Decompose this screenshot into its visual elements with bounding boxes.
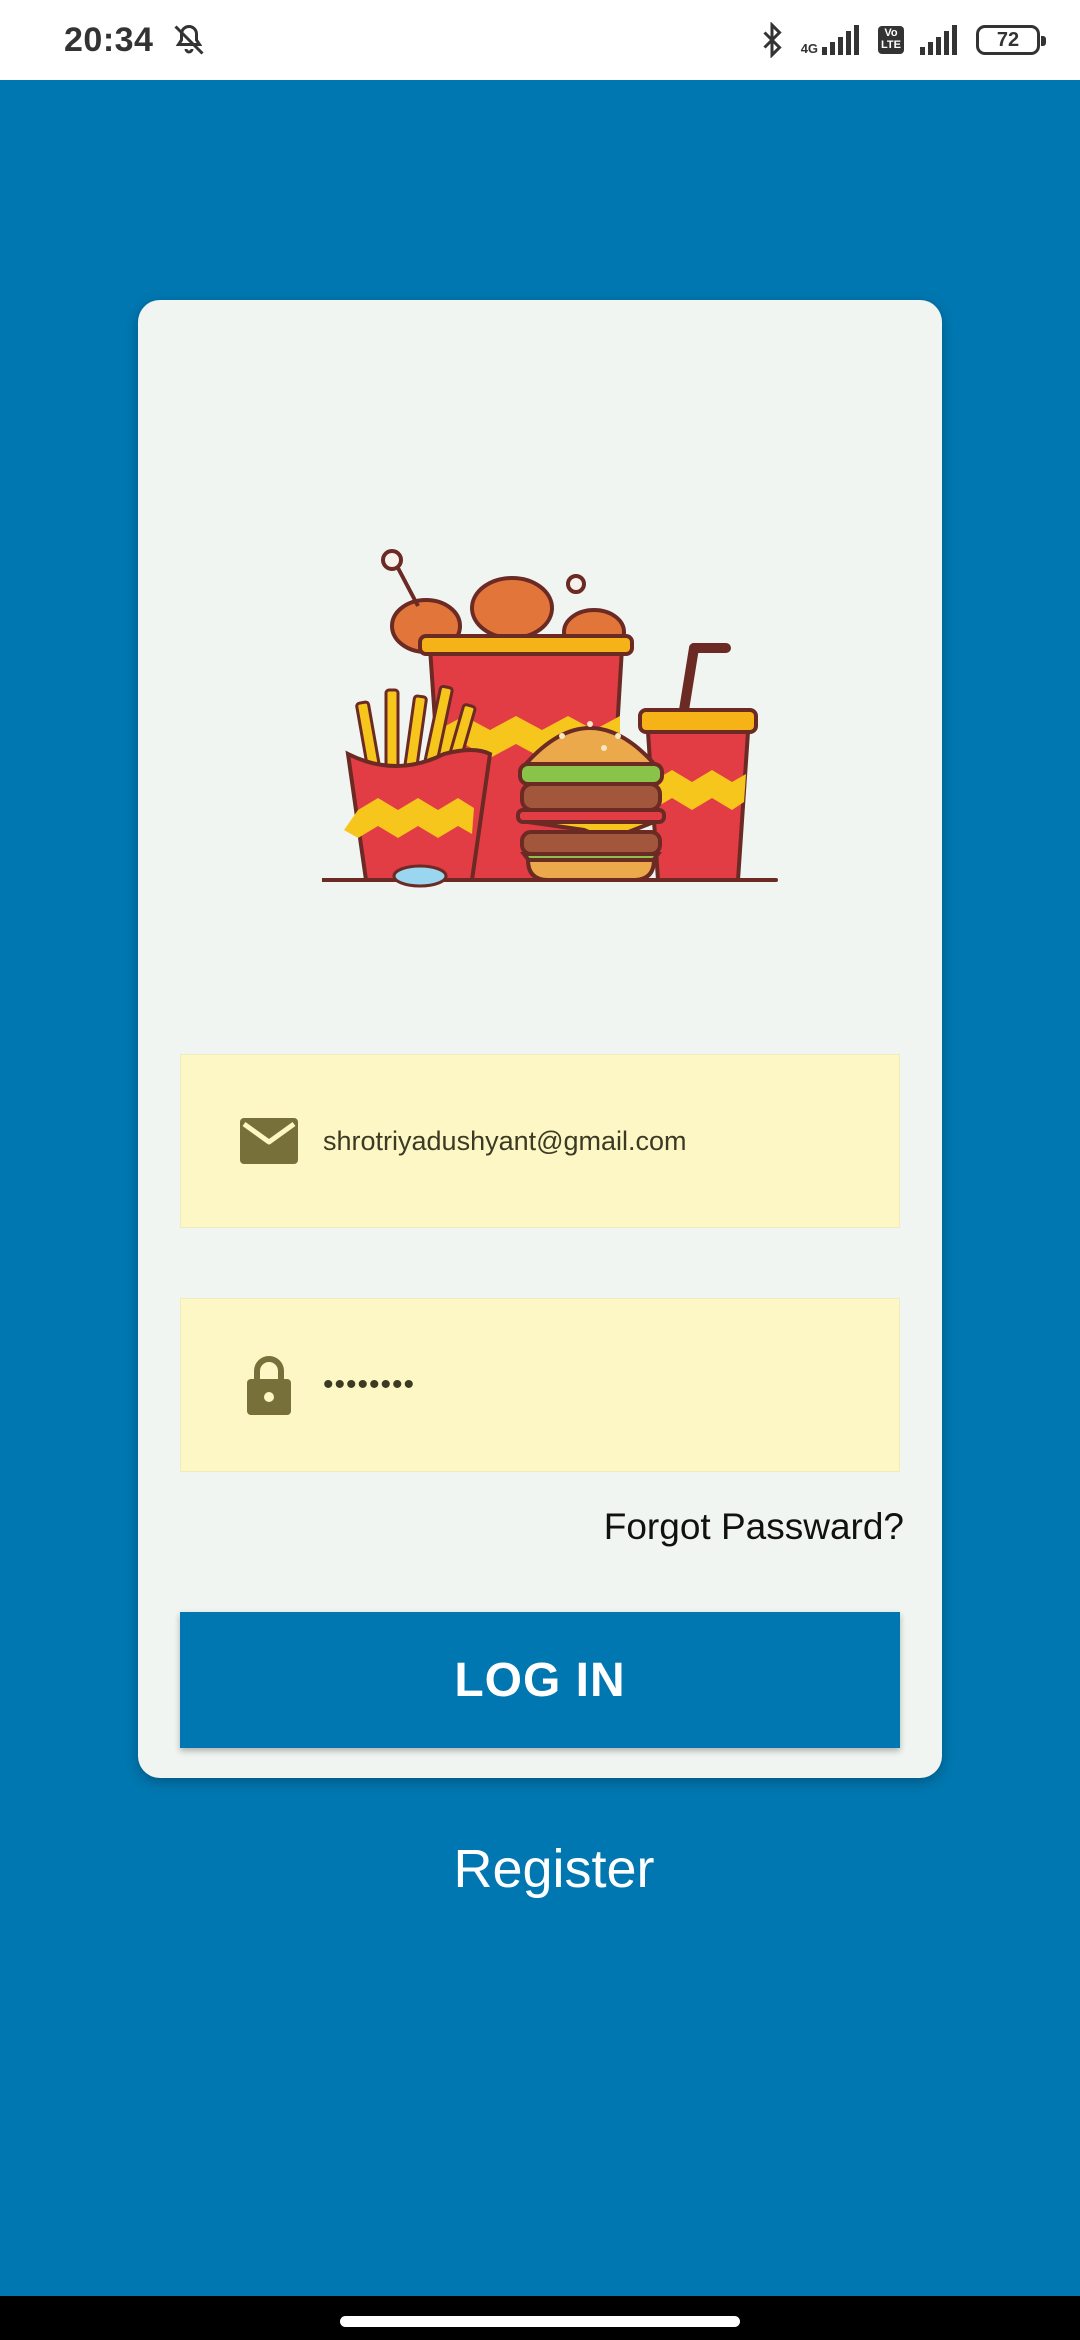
food-illustration	[320, 540, 782, 892]
bluetooth-icon	[759, 22, 785, 58]
status-bar: 20:34 4G Vo LTE 72	[0, 0, 1080, 80]
login-button[interactable]: LOG IN	[180, 1612, 900, 1748]
register-link[interactable]: Register	[0, 1838, 1080, 1900]
password-field[interactable]: ••••••••	[180, 1298, 900, 1472]
signal-icon: 4G	[801, 25, 862, 55]
forgot-password-link[interactable]: Forgot Passward?	[604, 1506, 904, 1548]
email-field[interactable]: shrotriyadushyant@gmail.com	[180, 1054, 900, 1228]
mute-notifications-icon	[171, 22, 207, 58]
password-value: ••••••••	[323, 1368, 416, 1401]
login-card	[138, 300, 942, 1778]
network-type-label: 4G	[800, 41, 819, 56]
status-time: 20:34	[64, 20, 154, 59]
signal-icon-2	[920, 25, 960, 55]
mail-icon	[239, 1118, 299, 1164]
battery-level: 72	[996, 28, 1020, 51]
battery-icon: 72	[976, 25, 1046, 55]
volte-icon: Vo LTE	[878, 26, 904, 54]
status-right: 4G Vo LTE 72	[759, 22, 1046, 58]
home-indicator[interactable]	[340, 2316, 740, 2327]
email-value: shrotriyadushyant@gmail.com	[323, 1125, 687, 1156]
status-left: 20:34	[64, 21, 207, 60]
lock-icon	[239, 1355, 299, 1415]
